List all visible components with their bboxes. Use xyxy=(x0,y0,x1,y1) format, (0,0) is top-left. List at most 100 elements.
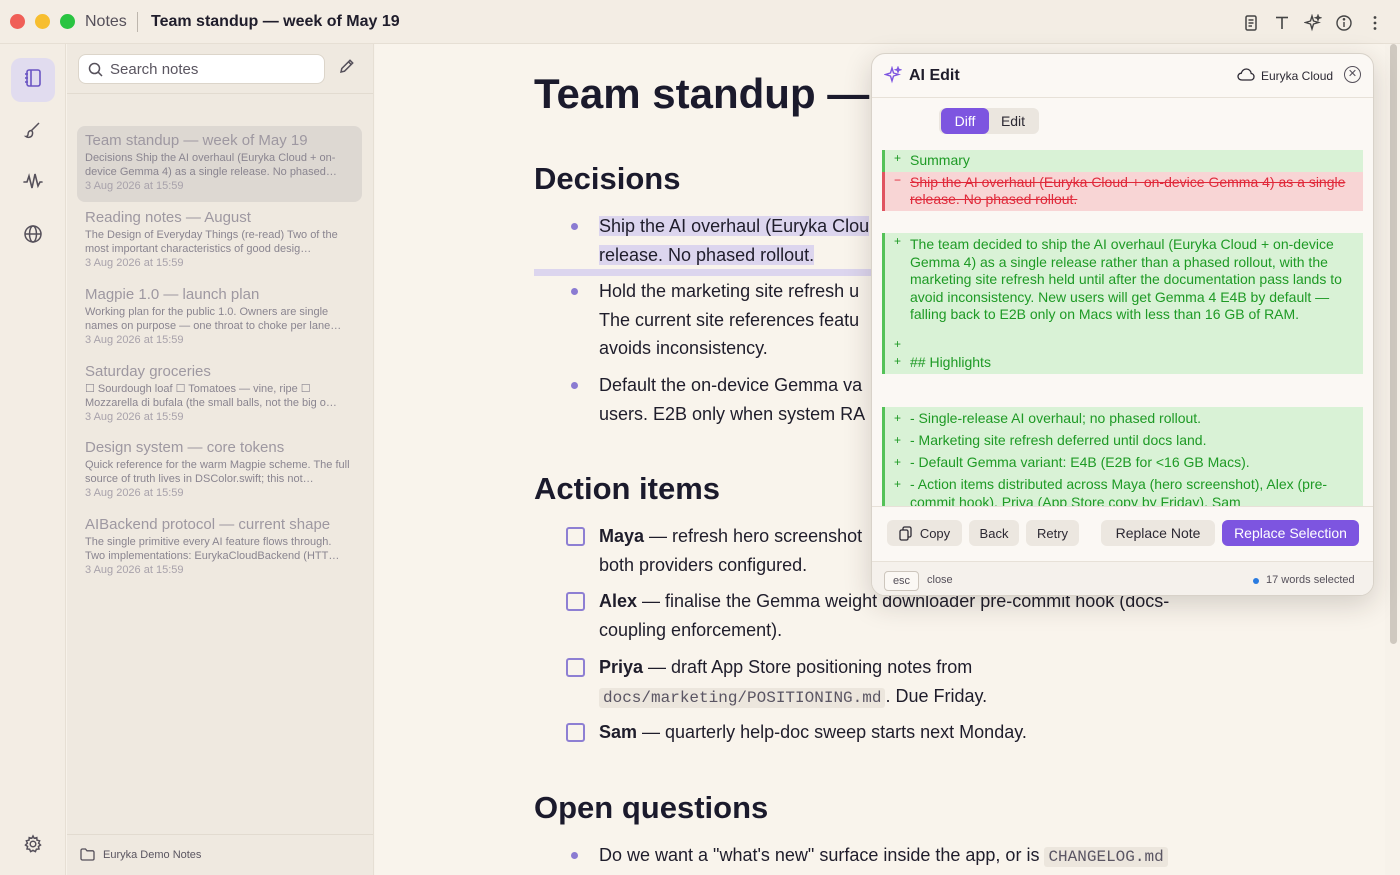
replace-selection-button[interactable]: Replace Selection xyxy=(1222,520,1359,546)
plus-icon: + xyxy=(894,433,902,447)
pencil-icon xyxy=(338,57,356,80)
diff-text: The team decided to ship the AI overhaul… xyxy=(910,236,1342,322)
copy-button[interactable]: Copy xyxy=(887,520,962,546)
note-snippet: Quick reference for the warm Magpie sche… xyxy=(85,459,350,485)
plus-icon: + xyxy=(894,411,902,425)
assignee: Priya xyxy=(599,657,644,677)
decision-text: avoids inconsistency. xyxy=(599,338,768,358)
note-title: Team standup — week of May 19 xyxy=(85,132,308,149)
close-icon[interactable]: ✕ xyxy=(1344,66,1361,83)
decision-text: users. E2B only when system RA xyxy=(599,403,866,424)
diff-text: - Marketing site refresh deferred until … xyxy=(910,432,1207,448)
task-checkbox[interactable] xyxy=(566,658,585,677)
close-window-button[interactable] xyxy=(10,14,25,29)
tab-diff[interactable]: Diff xyxy=(941,108,989,134)
editor-scrollbar[interactable] xyxy=(1390,44,1397,644)
notes-rail-button[interactable] xyxy=(11,58,55,102)
ai-edit-panel: AI Edit Euryka Cloud ✕ Diff Edit + Summar… xyxy=(871,53,1374,596)
selected-text: release. No phased rollout. xyxy=(599,244,815,265)
inline-code: docs/marketing/POSITIONING.md xyxy=(599,687,886,708)
diff-added-line: + xyxy=(882,326,1363,353)
selected-text: Ship the AI overhaul (Euryka Clou xyxy=(599,216,870,236)
sparkles-icon[interactable] xyxy=(1301,11,1324,34)
brush-rail-button[interactable] xyxy=(11,110,55,154)
esc-key-label: close xyxy=(927,574,953,586)
diff-text: - Single-release AI overhaul; no phased … xyxy=(910,410,1202,426)
action-text: . Due Friday. xyxy=(885,685,988,706)
task-checkbox[interactable] xyxy=(566,723,585,742)
back-button[interactable]: Back xyxy=(969,520,1019,546)
plus-icon: + xyxy=(894,455,902,469)
note-snippet: The single primitive every AI feature fl… xyxy=(85,536,340,562)
diff-hunk: + Summary − Ship the AI overhaul (Euryka C… xyxy=(882,150,1363,211)
note-title: Saturday groceries xyxy=(85,363,211,380)
panel-title: AI Edit xyxy=(909,67,960,84)
note-list-item[interactable]: Reading notes — August The Design of Eve… xyxy=(77,203,362,279)
web-rail-button[interactable] xyxy=(11,214,55,258)
task-checkbox[interactable] xyxy=(566,592,585,611)
diff-text: Summary xyxy=(910,152,970,168)
folder-icon xyxy=(80,848,95,866)
bullet xyxy=(571,852,578,859)
question-item: Do we want a "what's new" surface inside… xyxy=(599,841,1299,872)
diff-added-line: + ## Highlights xyxy=(882,352,1363,374)
zoom-window-button[interactable] xyxy=(60,14,75,29)
diff-text: Ship the AI overhaul (Euryka Cloud + on-… xyxy=(910,173,1346,208)
note-list-item[interactable]: AIBackend protocol — current shape The s… xyxy=(77,510,362,586)
copy-icon xyxy=(899,525,912,541)
note-snippet: ☐ Sourdough loaf ☐ Tomatoes — vine, ripe… xyxy=(85,383,337,409)
folder-footer[interactable]: Euryka Demo Notes xyxy=(67,834,373,875)
folder-name: Euryka Demo Notes xyxy=(103,849,202,861)
compose-button[interactable] xyxy=(335,56,359,80)
minus-icon: − xyxy=(894,172,902,187)
diff-text: - Default Gemma variant: E4B (E2B for <1… xyxy=(910,454,1250,470)
text-format-icon[interactable] xyxy=(1270,11,1293,34)
diff-added-line: + - Single-release AI overhaul; no phased… xyxy=(885,410,1363,432)
tab-edit[interactable]: Edit xyxy=(989,108,1037,134)
document-icon[interactable] xyxy=(1239,11,1262,34)
waveform-icon xyxy=(22,171,44,198)
note-list-item[interactable]: Saturday groceries ☐ Sourdough loaf ☐ To… xyxy=(77,357,362,433)
task-checkbox[interactable] xyxy=(566,527,585,546)
note-list-item[interactable]: Team standup — week of May 19 Decisions … xyxy=(77,126,362,202)
action-item: Priya — draft App Store positioning note… xyxy=(599,653,1239,712)
list-divider xyxy=(67,93,373,94)
selection-count: 17 words selected xyxy=(1266,574,1355,586)
note-list-item[interactable]: Design system — core tokens Quick refere… xyxy=(77,433,362,509)
gear-icon xyxy=(23,833,43,859)
decision-text: The current site references featu xyxy=(599,309,860,330)
provider-label[interactable]: Euryka Cloud xyxy=(1261,69,1333,83)
view-mode-toggle: Diff Edit xyxy=(939,108,1039,134)
decision-text: Default the on-device Gemma va xyxy=(599,375,863,395)
diff-added-line: + Summary xyxy=(882,150,1363,172)
minimize-window-button[interactable] xyxy=(35,14,50,29)
note-list-item[interactable]: Magpie 1.0 — launch plan Working plan fo… xyxy=(77,280,362,356)
assignee: Sam xyxy=(599,722,638,742)
note-title: Magpie 1.0 — launch plan xyxy=(85,286,260,303)
note-date: 3 Aug 2026 at 15:59 xyxy=(85,334,184,346)
diff-added-line: + - Marketing site refresh deferred until… xyxy=(885,432,1363,454)
diff-hunk: + The team decided to ship the AI overhau… xyxy=(882,233,1363,374)
window-title: Team standup — week of May 19 xyxy=(151,13,400,30)
diff-added-line: + - Default Gemma variant: E4B (E2B for <… xyxy=(885,454,1363,476)
note-title: AIBackend protocol — current shape xyxy=(85,516,331,533)
replace-note-button[interactable]: Replace Note xyxy=(1101,520,1215,546)
search-input[interactable] xyxy=(110,60,315,78)
more-icon[interactable] xyxy=(1363,11,1386,34)
note-title-heading: Team standup — w xyxy=(534,70,914,117)
notebook-icon xyxy=(22,67,44,94)
action-items-heading: Action items xyxy=(534,471,721,506)
info-icon[interactable] xyxy=(1332,11,1355,34)
assignee: Maya xyxy=(599,526,645,546)
action-text: — refresh hero screenshot xyxy=(644,526,863,546)
toolbar xyxy=(1239,11,1386,34)
note-date: 3 Aug 2026 at 15:59 xyxy=(85,180,184,192)
plus-icon: + xyxy=(894,234,902,248)
search-field xyxy=(78,54,325,84)
inline-code: CHANGELOG.md xyxy=(1044,847,1168,867)
diff-added-block: + - Single-release AI overhaul; no phased… xyxy=(882,407,1363,506)
retry-button[interactable]: Retry xyxy=(1026,520,1079,546)
settings-rail-button[interactable] xyxy=(11,824,55,868)
notes-list-panel: Team standup — week of May 19 Decisions … xyxy=(67,44,374,875)
voice-rail-button[interactable] xyxy=(11,162,55,206)
